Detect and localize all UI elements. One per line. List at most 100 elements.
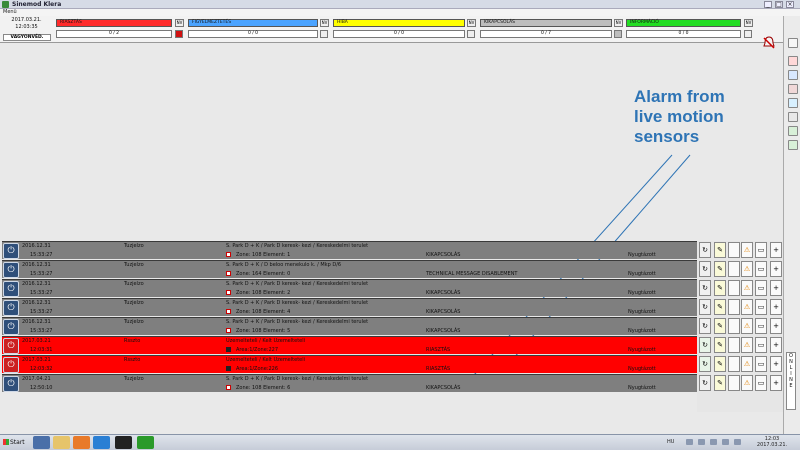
settings-icon[interactable] bbox=[788, 112, 798, 122]
power-icon[interactable]: ⏻ bbox=[3, 319, 19, 335]
acknowledge-icon[interactable]: ↻ bbox=[699, 280, 711, 296]
power-icon[interactable]: ⏻ bbox=[3, 243, 19, 259]
comment-icon[interactable]: ▭ bbox=[755, 280, 767, 296]
add-icon[interactable]: + bbox=[770, 280, 782, 296]
tray-icon[interactable] bbox=[698, 439, 705, 445]
acknowledge-icon[interactable]: ↻ bbox=[699, 375, 711, 391]
add-icon[interactable]: + bbox=[770, 356, 782, 372]
add-icon[interactable]: + bbox=[770, 261, 782, 277]
power-icon[interactable]: ⏻ bbox=[3, 262, 19, 278]
tray-icon[interactable] bbox=[710, 439, 717, 445]
add-icon[interactable]: + bbox=[770, 299, 782, 315]
comment-icon[interactable]: ▭ bbox=[755, 375, 767, 391]
acknowledge-icon[interactable]: ↻ bbox=[699, 318, 711, 334]
comment-icon[interactable]: ▭ bbox=[755, 337, 767, 353]
nv-toggle[interactable]: NV bbox=[744, 19, 753, 27]
warning-icon[interactable]: ⚠ bbox=[741, 356, 753, 372]
menu-item[interactable]: Menü bbox=[3, 9, 17, 15]
comment-icon[interactable]: ▭ bbox=[755, 261, 767, 277]
edit-note-icon[interactable]: ✎ bbox=[714, 261, 726, 277]
category-bar[interactable]: RIASZTÁS bbox=[56, 19, 172, 27]
warning-icon[interactable]: ⚠ bbox=[741, 280, 753, 296]
add-icon[interactable]: + bbox=[770, 242, 782, 258]
nv-toggle[interactable]: NV bbox=[320, 19, 329, 27]
power-icon[interactable]: ⏻ bbox=[3, 300, 19, 316]
alarm-row[interactable]: ⏻ 2016.12.31 15:33:27 Tuzjelzo S. Park D + K… bbox=[2, 241, 699, 259]
edit-note-icon[interactable]: ✎ bbox=[714, 318, 726, 334]
power-icon[interactable]: ⏻ bbox=[3, 357, 19, 373]
acknowledge-icon[interactable]: ↻ bbox=[699, 299, 711, 315]
close-button[interactable]: × bbox=[786, 1, 794, 8]
map-icon[interactable] bbox=[788, 70, 798, 80]
warning-icon[interactable]: ⚠ bbox=[741, 337, 753, 353]
sinemod-app-icon[interactable] bbox=[137, 436, 154, 449]
alarm-row[interactable]: ⏻ 2016.12.31 15:33:27 Tuzjelzo S. Park D + K… bbox=[2, 260, 699, 278]
save-icon[interactable] bbox=[33, 436, 50, 449]
close-panel-icon[interactable] bbox=[788, 38, 798, 48]
empty-slot[interactable] bbox=[728, 318, 740, 334]
alarm-list-icon[interactable] bbox=[788, 56, 798, 66]
warning-icon[interactable]: ⚠ bbox=[741, 375, 753, 391]
warning-icon[interactable]: ⚠ bbox=[741, 261, 753, 277]
alarm-row[interactable]: ⏻ 2017.03.21 12:03:31 Rsszto Uzemelteteli / … bbox=[2, 336, 699, 354]
empty-slot[interactable] bbox=[728, 356, 740, 372]
add-icon[interactable]: + bbox=[770, 337, 782, 353]
minimize-button[interactable]: _ bbox=[764, 1, 772, 8]
maximize-button[interactable]: □ bbox=[775, 1, 783, 8]
network-icon[interactable] bbox=[722, 439, 729, 445]
warning-icon[interactable]: ⚠ bbox=[741, 299, 753, 315]
warning-icon[interactable]: ⚠ bbox=[741, 318, 753, 334]
power-icon[interactable]: ⏻ bbox=[3, 281, 19, 297]
category-bar[interactable]: INFORMÁCIÓ bbox=[626, 19, 741, 27]
add-icon[interactable]: + bbox=[770, 375, 782, 391]
edit-note-icon[interactable]: ✎ bbox=[714, 299, 726, 315]
alarm-row[interactable]: ⏻ 2016.12.31 15:33:27 Tuzjelzo S. Park D + K… bbox=[2, 298, 699, 316]
power-icon[interactable]: ⏻ bbox=[3, 338, 19, 354]
acknowledge-icon[interactable]: ↻ bbox=[699, 242, 711, 258]
acknowledge-icon[interactable]: ↻ bbox=[699, 356, 711, 372]
language-indicator[interactable]: HU bbox=[667, 439, 674, 445]
empty-slot[interactable] bbox=[728, 242, 740, 258]
edit-note-icon[interactable]: ✎ bbox=[714, 337, 726, 353]
alarm-row[interactable]: ⏻ 2016.12.31 15:33:27 Tuzjelzo S. Park D + K… bbox=[2, 279, 699, 297]
edit-note-icon[interactable]: ✎ bbox=[714, 242, 726, 258]
vagyonvedelem-button[interactable]: VAGYONVÉD. bbox=[3, 34, 51, 41]
bell-mute-icon[interactable] bbox=[758, 35, 780, 57]
edit-note-icon[interactable]: ✎ bbox=[714, 356, 726, 372]
clock[interactable]: 12:03 2017.03.21. bbox=[752, 436, 792, 448]
empty-slot[interactable] bbox=[728, 261, 740, 277]
power-icon[interactable]: ⏻ bbox=[3, 376, 19, 392]
comment-icon[interactable]: ▭ bbox=[755, 242, 767, 258]
check-icon[interactable] bbox=[788, 126, 798, 136]
add-icon[interactable]: + bbox=[770, 318, 782, 334]
alarm-row[interactable]: ⏻ 2016.12.31 15:33:27 Tuzjelzo S. Park D + K… bbox=[2, 317, 699, 335]
category-bar[interactable]: FIGYELMEZTETÉS bbox=[188, 19, 318, 27]
comment-icon[interactable]: ▭ bbox=[755, 299, 767, 315]
tray-icon[interactable] bbox=[686, 439, 693, 445]
folder-icon[interactable] bbox=[53, 436, 70, 449]
report-icon[interactable] bbox=[788, 84, 798, 94]
nv-toggle[interactable]: NV bbox=[175, 19, 184, 27]
empty-slot[interactable] bbox=[728, 299, 740, 315]
nv-toggle[interactable]: NV bbox=[467, 19, 476, 27]
comment-icon[interactable]: ▭ bbox=[755, 318, 767, 334]
firefox-icon[interactable] bbox=[73, 436, 90, 449]
edit-note-icon[interactable]: ✎ bbox=[714, 375, 726, 391]
acknowledge-icon[interactable]: ↻ bbox=[699, 337, 711, 353]
category-bar[interactable]: HIBA bbox=[333, 19, 465, 27]
alarm-row[interactable]: ⏻ 2017.03.21 12:03:32 Rsszto Uzemelteteli / … bbox=[2, 355, 699, 373]
acknowledge-icon[interactable]: ↻ bbox=[699, 261, 711, 277]
teamviewer-icon[interactable] bbox=[93, 436, 110, 449]
volume-icon[interactable] bbox=[734, 439, 741, 445]
edit-note-icon[interactable]: ✎ bbox=[714, 280, 726, 296]
comment-icon[interactable]: ▭ bbox=[755, 356, 767, 372]
ok-icon[interactable] bbox=[788, 140, 798, 150]
warning-icon[interactable]: ⚠ bbox=[741, 242, 753, 258]
alarm-row[interactable]: ⏻ 2017.04.21 12:50:10 Tuzjelzo S. Park D + K… bbox=[2, 374, 699, 392]
empty-slot[interactable] bbox=[728, 337, 740, 353]
camera-icon[interactable] bbox=[788, 98, 798, 108]
start-button[interactable]: Start bbox=[1, 436, 28, 449]
category-bar[interactable]: KIKAPCSOLÁS bbox=[480, 19, 612, 27]
terminal-icon[interactable] bbox=[115, 436, 132, 449]
nv-toggle[interactable]: NV bbox=[614, 19, 623, 27]
